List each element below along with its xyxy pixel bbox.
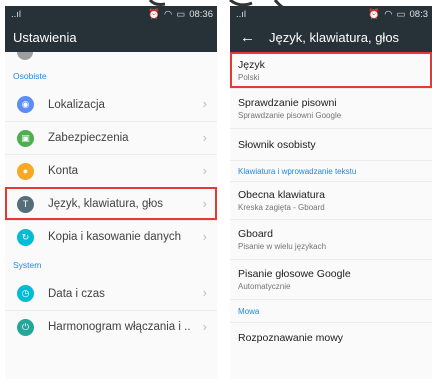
personal-dictionary-item[interactable]: Słownik osobisty	[230, 128, 432, 160]
language-icon: T	[17, 195, 34, 213]
item-label: Harmonogram włączania i ..	[48, 321, 191, 333]
status-bar: ..ıl ⏰ ◠ ▭ 08:36	[5, 6, 217, 22]
truncated-list-item[interactable]	[5, 52, 217, 64]
battery-icon: ▭	[176, 8, 186, 20]
item-label: Kopia i kasowanie danych	[48, 231, 181, 243]
alarm-icon: ⏰	[368, 8, 381, 20]
item-subtitle: Pisanie w wielu językach	[238, 242, 327, 251]
signal-indicator: ..ıl	[236, 8, 247, 20]
wifi-icon: ◠	[384, 8, 393, 20]
back-arrow-icon[interactable]: ←	[240, 30, 255, 45]
status-time: 08:36	[189, 8, 213, 20]
signal-indicator: ..ıl	[11, 8, 22, 20]
alarm-icon: ⏰	[148, 8, 160, 20]
clock-icon: ◷	[17, 285, 34, 302]
chevron-right-icon: ›	[202, 96, 207, 111]
personal-list: ◉ Lokalizacja › ▣ Zabezpieczenia › ● Kon…	[5, 88, 217, 253]
settings-item-backup[interactable]: ↻ Kopia i kasowanie danych ›	[5, 220, 217, 253]
item-title: Język	[238, 58, 265, 71]
power-schedule-icon: ⏻	[17, 318, 34, 336]
location-icon: ◉	[17, 96, 34, 113]
settings-item-date-time[interactable]: ◷ Data i czas ›	[5, 277, 217, 310]
settings-screen: ..ıl ⏰ ◠ ▭ 08:36 Ustawienia Osobiste ◉ L…	[5, 6, 217, 379]
speech-recognition-item[interactable]: Rozpoznawanie mowy	[230, 322, 432, 352]
chevron-right-icon: ›	[202, 130, 207, 145]
section-header-keyboard: Klawiatura i wprowadzanie tekstu	[230, 160, 432, 181]
app-bar: Ustawienia	[5, 22, 217, 52]
item-title: Obecna klawiatura	[238, 189, 325, 201]
item-label: Lokalizacja	[48, 98, 105, 111]
chevron-right-icon: ›	[202, 163, 207, 178]
item-title: Pisanie głosowe Google	[238, 268, 351, 280]
language-item[interactable]: Język Polski	[230, 52, 432, 88]
item-label: Konta	[48, 165, 79, 177]
item-title: Rozpoznawanie mowy	[238, 331, 344, 344]
page-title: Język, klawiatura, głos	[269, 29, 400, 45]
item-label: Język, klawiatura, głos	[48, 198, 164, 210]
language-settings-screen: ..ıl ⏰ ◠ ▭ 08:3 ← Język, klawiatura, gło…	[230, 6, 432, 379]
item-title: Sprawdzanie pisowni	[238, 97, 337, 109]
page-title: Ustawienia	[13, 29, 77, 45]
settings-item-location[interactable]: ◉ Lokalizacja ›	[5, 88, 217, 121]
item-subtitle: Kreska zagięta - Gboard	[238, 203, 325, 212]
truncated-item-icon	[17, 52, 33, 60]
chevron-right-icon: ›	[202, 319, 207, 334]
section-header-speech: Mowa	[230, 299, 432, 322]
chevron-right-icon: ›	[202, 229, 207, 244]
backup-icon: ↻	[17, 228, 34, 246]
item-title: Słownik osobisty	[238, 138, 316, 151]
battery-icon: ▭	[396, 8, 406, 20]
status-time: 08:3	[409, 8, 429, 20]
spellcheck-item[interactable]: Sprawdzanie pisowni Sprawdzanie pisowni …	[230, 88, 432, 128]
current-keyboard-item[interactable]: Obecna klawiatura Kreska zagięta - Gboar…	[230, 181, 432, 219]
system-list: ◷ Data i czas › ⏻ Harmonogram włączania …	[5, 277, 217, 343]
account-icon: ●	[17, 162, 34, 180]
item-title: Gboard	[238, 228, 274, 240]
wifi-icon: ◠	[163, 8, 173, 20]
section-header-system: System	[13, 260, 42, 270]
gboard-item[interactable]: Gboard Pisanie w wielu językach	[230, 219, 432, 259]
item-subtitle: Polski	[238, 72, 260, 82]
item-subtitle: Sprawdzanie pisowni Google	[238, 111, 342, 120]
settings-item-language[interactable]: T Język, klawiatura, głos ›	[5, 187, 217, 220]
settings-item-power-schedule[interactable]: ⏻ Harmonogram włączania i .. ›	[5, 310, 217, 343]
settings-item-security[interactable]: ▣ Zabezpieczenia ›	[5, 121, 217, 154]
chevron-right-icon: ›	[202, 196, 207, 211]
lock-icon: ▣	[17, 129, 34, 147]
section-header-personal: Osobiste	[13, 71, 47, 81]
item-subtitle: Automatycznie	[238, 282, 291, 291]
status-bar: ..ıl ⏰ ◠ ▭ 08:3	[230, 6, 432, 22]
item-label: Data i czas	[48, 287, 105, 300]
google-voice-typing-item[interactable]: Pisanie głosowe Google Automatycznie	[230, 259, 432, 299]
chevron-right-icon: ›	[202, 285, 207, 300]
item-label: Zabezpieczenia	[48, 132, 129, 144]
settings-item-accounts[interactable]: ● Konta ›	[5, 154, 217, 187]
app-bar: ← Język, klawiatura, głos	[230, 22, 432, 52]
